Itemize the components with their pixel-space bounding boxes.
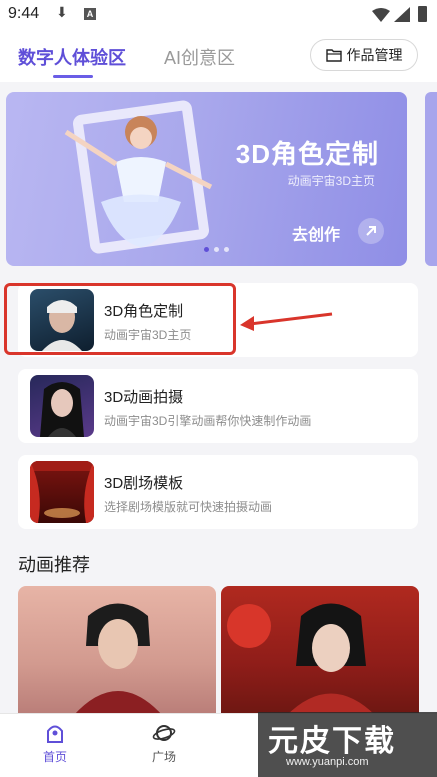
animation-character-image [30, 375, 94, 437]
download-icon: ⬇ [56, 4, 68, 20]
folder-icon [325, 49, 342, 62]
works-manage-button[interactable]: 作品管理 [310, 39, 418, 71]
notification-badge: A [84, 8, 96, 20]
active-tab-indicator [53, 75, 93, 78]
top-tabs: 数字人体验区 AI创意区 作品管理 [0, 30, 437, 82]
dancer-character-image [64, 100, 213, 254]
section-title-recommend: 动画推荐 [18, 555, 90, 575]
nav-home[interactable]: 首页 [25, 722, 85, 765]
feature-subtitle: 选择剧场模版就可快速拍摄动画 [104, 500, 273, 514]
banner-carousel[interactable]: 3D角色定制 动画宇宙3D主页 去创作 [6, 92, 407, 266]
watermark-text: 元皮下载 [268, 725, 396, 758]
banner-create-link[interactable]: 去创作 [292, 221, 340, 245]
highlight-annotation-box [4, 283, 236, 355]
battery-icon [418, 6, 427, 22]
lantern-character-image [227, 603, 376, 716]
feature-card-animation[interactable]: 3D动画拍摄 动画宇宙3D引擎动画帮你快速制作动画 [18, 369, 418, 443]
tab-digital-human[interactable]: 数字人体验区 [18, 44, 126, 70]
banner-title: 3D角色定制 [235, 139, 379, 169]
carousel-dot [214, 247, 219, 252]
feature-title: 3D动画拍摄 [104, 389, 184, 406]
theater-stage-image [30, 461, 94, 523]
nav-plaza-label: 广场 [151, 750, 176, 764]
signal-icon [394, 7, 410, 22]
watermark-url: www.yuanpi.com [286, 756, 369, 768]
annotation-arrow-icon [240, 312, 333, 331]
recommend-animation-card[interactable] [221, 586, 419, 716]
works-manage-label: 作品管理 [346, 47, 403, 63]
status-bar: 9:44 ⬇ A [0, 0, 437, 30]
watermark-logo: 元皮下载 www.yuanpi.com [258, 712, 437, 777]
tab-ai-creative[interactable]: AI创意区 [164, 44, 235, 70]
banner-subtitle: 动画宇宙3D主页 [287, 174, 375, 188]
qipao-character-image [73, 603, 163, 716]
recommend-animation-card[interactable] [18, 586, 216, 716]
home-icon [47, 725, 63, 743]
nav-home-label: 首页 [42, 750, 67, 764]
feature-title: 3D剧场模板 [104, 475, 184, 492]
feature-card-theater[interactable]: 3D剧场模板 选择剧场模版就可快速拍摄动画 [18, 455, 418, 529]
feature-subtitle: 动画宇宙3D引擎动画帮你快速制作动画 [104, 414, 312, 428]
nav-plaza[interactable]: 广场 [134, 722, 194, 765]
carousel-dots [204, 247, 229, 252]
carousel-dot [224, 247, 229, 252]
next-banner-peek[interactable] [425, 92, 437, 266]
carousel-dot [204, 247, 209, 252]
planet-icon [152, 725, 176, 741]
wifi-icon [372, 8, 390, 22]
status-time: 9:44 [8, 5, 40, 22]
arrow-up-right-icon[interactable] [358, 218, 384, 244]
